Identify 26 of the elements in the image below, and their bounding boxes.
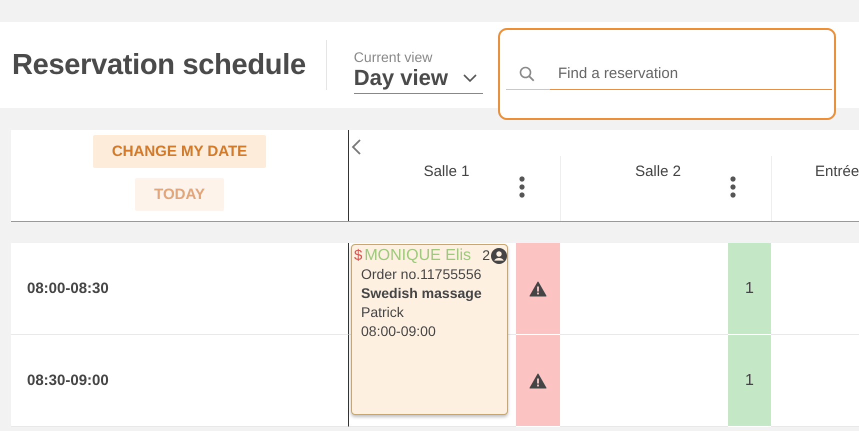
chevron-down-icon: [462, 72, 478, 82]
room-name: Salle 1: [424, 163, 470, 182]
service-name: Swedish massage: [361, 284, 483, 303]
client-name: MONIQUE Elis: [364, 246, 472, 265]
warning-icon: [529, 372, 547, 388]
chevron-left-icon[interactable]: [350, 138, 362, 156]
count-cell: 1: [728, 243, 771, 335]
page-title: Reservation schedule: [12, 48, 306, 82]
room-name: Entrée: [815, 163, 859, 182]
booking-card[interactable]: $MONIQUE Elis 2 Order no.11755556 Swedish massage Patrick 08:00-09:00: [351, 244, 508, 415]
search-field[interactable]: Find a reservation: [506, 58, 832, 90]
count-cell: 1: [728, 335, 771, 427]
guest-count: 2: [482, 246, 490, 265]
person-icon: [491, 248, 507, 264]
time-slot: 08:00-08:30: [27, 280, 109, 297]
room-name: Salle 2: [635, 163, 681, 182]
search-icon: [518, 64, 536, 82]
staff-name: Patrick: [361, 303, 405, 322]
warning-icon: [529, 280, 547, 296]
price-mark: $: [354, 246, 362, 265]
more-icon[interactable]: [519, 176, 525, 198]
more-icon[interactable]: [730, 176, 736, 198]
view-select[interactable]: Current view Day view: [354, 48, 483, 94]
order-number: Order no.11755556: [361, 265, 482, 284]
booking-time: 08:00-09:00: [361, 322, 437, 341]
time-slot: 08:30-09:00: [27, 372, 109, 389]
